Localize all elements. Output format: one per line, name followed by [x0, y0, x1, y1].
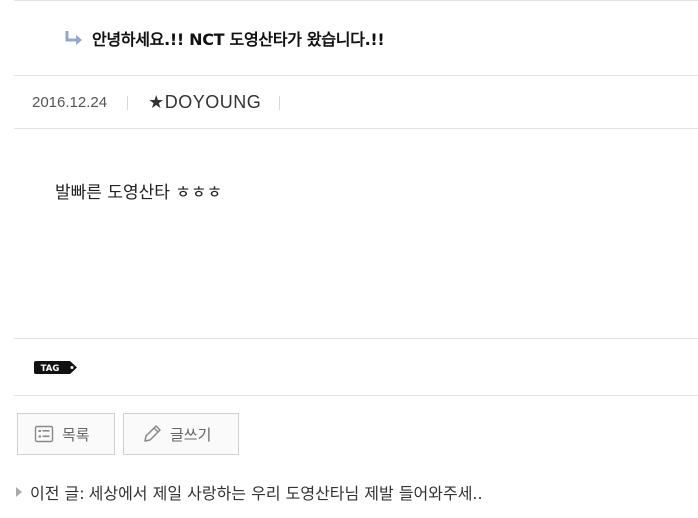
- meta-divider-end: [279, 95, 281, 110]
- action-buttons: 목록 글쓰기: [17, 413, 239, 455]
- post-meta: 2016.12.24 ★DOYOUNG: [14, 77, 698, 129]
- write-button[interactable]: 글쓰기: [123, 413, 239, 455]
- meta-divider: [127, 95, 129, 110]
- list-button[interactable]: 목록: [17, 413, 115, 455]
- post-title: 안녕하세요.!! NCT 도영산타가 왔습니다.!!: [92, 30, 385, 49]
- post-date: 2016.12.24: [32, 94, 108, 111]
- prev-post-label: 이전 글:: [30, 484, 85, 503]
- tag-section: TAG: [14, 338, 698, 396]
- pencil-icon: [144, 425, 161, 442]
- prev-post-title[interactable]: 세상에서 제일 사랑하는 우리 도영산타님 제발 들어와주세..: [89, 480, 483, 504]
- write-button-label: 글쓰기: [170, 425, 212, 444]
- prev-post-link[interactable]: 이전 글: 세상에서 제일 사랑하는 우리 도영산타님 제발 들어와주세..: [16, 480, 483, 504]
- reply-arrow-icon: [65, 31, 82, 45]
- tag-label: TAG: [41, 364, 60, 374]
- post-author[interactable]: ★DOYOUNG: [148, 92, 261, 113]
- post-content: 발빠른 도영산타 ㅎㅎㅎ: [55, 183, 223, 203]
- list-icon: [34, 425, 54, 443]
- post-title-row: 안녕하세요.!! NCT 도영산타가 왔습니다.!!: [14, 1, 698, 76]
- triangle-right-icon: [16, 487, 22, 497]
- tag-icon: TAG: [34, 360, 77, 374]
- list-button-label: 목록: [62, 425, 90, 444]
